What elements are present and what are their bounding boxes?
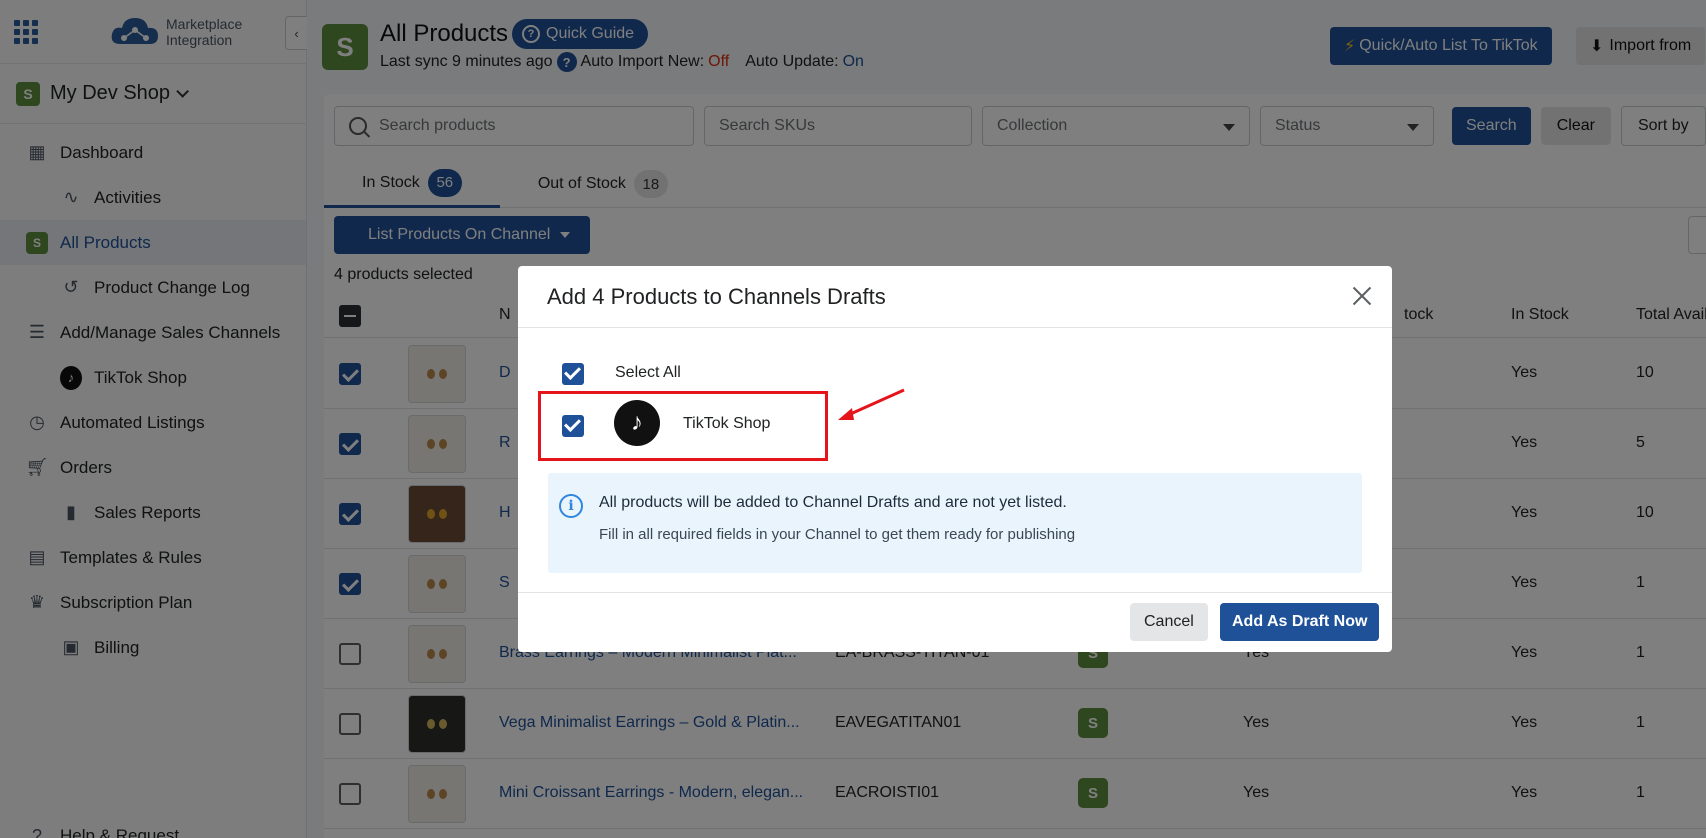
modal-header: Add 4 Products to Channels Drafts	[518, 266, 1392, 328]
add-to-drafts-modal: Add 4 Products to Channels Drafts Select…	[518, 266, 1392, 652]
info-icon: i	[559, 494, 583, 518]
close-icon[interactable]	[1350, 284, 1374, 308]
info-banner: i All products will be added to Channel …	[548, 473, 1362, 573]
select-all-checkbox[interactable]	[562, 363, 584, 385]
channel-name[interactable]: TikTok Shop	[683, 415, 770, 433]
modal-title: Add 4 Products to Channels Drafts	[547, 283, 886, 309]
info-title: All products will be added to Channel Dr…	[599, 494, 1067, 511]
info-body: Fill in all required fields in your Chan…	[599, 526, 1076, 543]
annotation-arrow-icon	[838, 388, 905, 420]
cancel-button[interactable]: Cancel	[1130, 603, 1208, 641]
tiktok-icon: ♪	[614, 400, 660, 446]
select-all-label[interactable]: Select All	[615, 364, 681, 382]
add-as-draft-button[interactable]: Add As Draft Now	[1220, 603, 1380, 641]
modal-footer: Cancel Add As Draft Now	[518, 592, 1392, 652]
tiktok-shop-checkbox[interactable]	[562, 415, 584, 437]
